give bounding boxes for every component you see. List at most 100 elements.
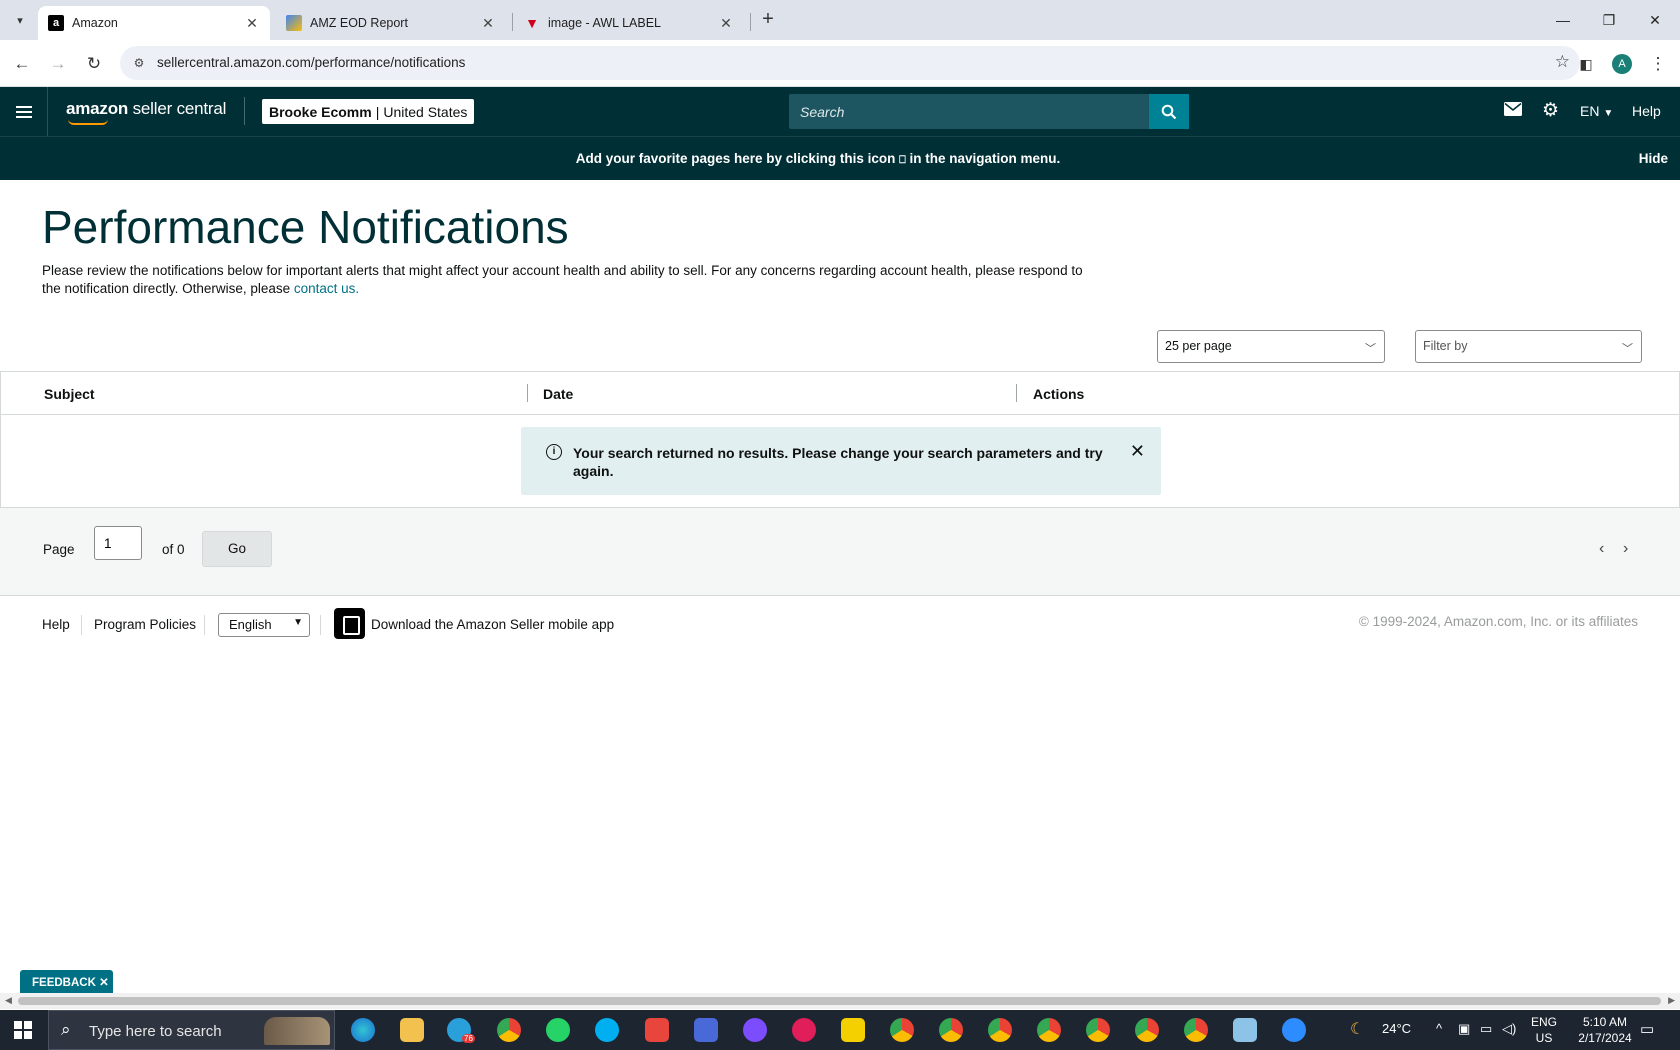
tab-amz-eod-report[interactable]: AMZ EOD Report ✕ xyxy=(276,6,506,40)
seller-central-header: amazon seller central Brooke Ecomm | Uni… xyxy=(0,87,1680,136)
seller-app-icon[interactable] xyxy=(334,608,365,639)
column-subject[interactable]: Subject xyxy=(44,386,95,402)
address-bar[interactable]: ⚙ sellercentral.amazon.com/performance/n… xyxy=(120,46,1580,80)
notepad-icon[interactable] xyxy=(1233,1018,1257,1042)
edge-icon[interactable] xyxy=(351,1018,375,1042)
contact-us-link[interactable]: contact us. xyxy=(294,281,359,296)
site-info-icon[interactable]: ⚙ xyxy=(128,52,150,74)
restore-button[interactable]: ❐ xyxy=(1586,0,1632,40)
search-icon: ⌕ xyxy=(61,1020,71,1039)
url-text[interactable]: sellercentral.amazon.com/performance/not… xyxy=(157,55,465,70)
weather-temp[interactable]: 24°C xyxy=(1382,1021,1411,1036)
seller-central-logo[interactable]: amazon seller central xyxy=(66,99,227,125)
close-tab-icon[interactable]: ✕ xyxy=(480,15,496,32)
side-panel-icon[interactable]: ◧ xyxy=(1572,50,1600,78)
sticky-notes-icon[interactable] xyxy=(841,1018,865,1042)
tab-search-button[interactable]: ▾ xyxy=(8,8,32,32)
chrome-profile-icon[interactable] xyxy=(988,1018,1012,1042)
close-alert-icon[interactable]: ✕ xyxy=(1130,441,1145,462)
close-window-button[interactable]: ✕ xyxy=(1632,0,1678,40)
go-button[interactable]: Go xyxy=(202,531,272,567)
chrome-profile-icon[interactable] xyxy=(1184,1018,1208,1042)
footer: Help Program Policies English ▼ Download… xyxy=(0,597,1680,653)
reload-button[interactable]: ↻ xyxy=(80,50,108,78)
scroll-right-icon[interactable]: ▶ xyxy=(1668,995,1675,1006)
zoom-icon[interactable] xyxy=(1282,1018,1306,1042)
tab-separator xyxy=(750,13,751,31)
scroll-left-icon[interactable]: ◀ xyxy=(5,995,12,1006)
program-policies-link[interactable]: Program Policies xyxy=(94,617,196,632)
hamburger-menu-icon[interactable] xyxy=(0,87,48,136)
help-link[interactable]: Help xyxy=(1632,103,1661,119)
chrome-icon[interactable] xyxy=(497,1018,521,1042)
tab-separator xyxy=(512,13,513,31)
menu-kebab-icon[interactable]: ⋮ xyxy=(1644,50,1672,78)
new-tab-button[interactable]: + xyxy=(756,8,780,32)
whatsapp-icon[interactable] xyxy=(546,1018,570,1042)
windows-start-icon[interactable] xyxy=(14,1021,32,1039)
search-button[interactable] xyxy=(1149,94,1189,129)
search-box xyxy=(789,94,1149,129)
download-app-link[interactable]: Download the Amazon Seller mobile app xyxy=(371,617,614,632)
chevron-right-icon[interactable]: › xyxy=(1623,540,1628,558)
discord-icon[interactable] xyxy=(743,1018,767,1042)
lang-bottom: US xyxy=(1535,1031,1553,1045)
tab-amazon[interactable]: a Amazon ✕ xyxy=(38,6,270,40)
wps-icon[interactable] xyxy=(645,1018,669,1042)
logo-seller-central: seller central xyxy=(128,99,227,118)
feedback-button[interactable]: FEEDBACK ✕ xyxy=(20,970,113,994)
file-explorer-icon[interactable] xyxy=(400,1018,424,1042)
notification-center-icon[interactable]: ▭ xyxy=(1640,1020,1654,1038)
clock[interactable]: 5:10 AM 2/17/2024 xyxy=(1570,1014,1640,1046)
chevron-down-icon: ▼ xyxy=(293,617,303,628)
forward-button[interactable]: → xyxy=(44,50,72,78)
search-input[interactable] xyxy=(789,94,1149,129)
account-separator: | xyxy=(375,103,380,120)
footer-language-select[interactable]: English ▼ xyxy=(218,613,310,637)
language-code: EN xyxy=(1580,103,1600,119)
scrollbar-thumb[interactable] xyxy=(18,997,1661,1005)
network-icon[interactable]: ▭ xyxy=(1480,1021,1492,1037)
chevron-left-icon[interactable]: ‹ xyxy=(1599,540,1604,558)
page-number-input[interactable] xyxy=(94,526,142,560)
account-switcher[interactable]: Brooke Ecomm | United States xyxy=(262,99,475,124)
footer-help-link[interactable]: Help xyxy=(42,617,70,632)
close-tab-icon[interactable]: ✕ xyxy=(244,15,260,32)
tab-awl-label[interactable]: ▼ image - AWL LABEL ✕ xyxy=(514,6,744,40)
hide-banner-link[interactable]: Hide xyxy=(1639,151,1668,166)
favorites-banner: Add your favorite pages here by clicking… xyxy=(0,136,1680,180)
taskbar-search[interactable]: ⌕ Type here to search xyxy=(48,1010,335,1050)
slack-icon[interactable] xyxy=(792,1018,816,1042)
per-page-select[interactable]: 25 per page ﹀ xyxy=(1157,330,1385,363)
skype-icon[interactable] xyxy=(595,1018,619,1042)
language-menu[interactable]: EN ▼ xyxy=(1580,103,1613,119)
weather-moon-icon[interactable]: ☾ xyxy=(1350,1019,1364,1039)
search-highlight-art xyxy=(264,1017,330,1045)
chrome-profile-icon[interactable] xyxy=(1086,1018,1110,1042)
chrome-profile-icon[interactable] xyxy=(1135,1018,1159,1042)
tray-chevron-up-icon[interactable]: ^ xyxy=(1436,1021,1442,1036)
filter-by-select[interactable]: Filter by ﹀ xyxy=(1415,330,1642,363)
settings-gear-icon[interactable]: ⚙ xyxy=(1542,99,1559,122)
bookmark-star-icon[interactable]: ☆ xyxy=(1555,52,1570,72)
tab-title: Amazon xyxy=(72,16,118,30)
input-language[interactable]: ENG US xyxy=(1524,1014,1564,1046)
bookmark-icon: ⎕ xyxy=(899,154,906,166)
close-feedback-icon[interactable]: ✕ xyxy=(99,977,109,989)
volume-icon[interactable]: ◁) xyxy=(1502,1021,1516,1037)
chrome-profile-icon[interactable] xyxy=(939,1018,963,1042)
app-icon[interactable] xyxy=(694,1018,718,1042)
profile-avatar[interactable]: A xyxy=(1612,54,1632,74)
horizontal-scrollbar[interactable]: ◀ ▶ xyxy=(0,993,1680,1009)
chrome-profile-icon[interactable] xyxy=(890,1018,914,1042)
page-title: Performance Notifications xyxy=(42,201,569,253)
chrome-profile-icon[interactable] xyxy=(1037,1018,1061,1042)
minimize-button[interactable]: — xyxy=(1540,0,1586,40)
back-button[interactable]: ← xyxy=(8,50,36,78)
column-date[interactable]: Date xyxy=(543,386,573,402)
meet-icon[interactable]: ▣ xyxy=(1458,1021,1470,1037)
page-count-label: of 0 xyxy=(162,542,185,557)
info-icon: i xyxy=(546,444,562,460)
mail-icon[interactable] xyxy=(1504,101,1522,121)
close-tab-icon[interactable]: ✕ xyxy=(718,15,734,32)
